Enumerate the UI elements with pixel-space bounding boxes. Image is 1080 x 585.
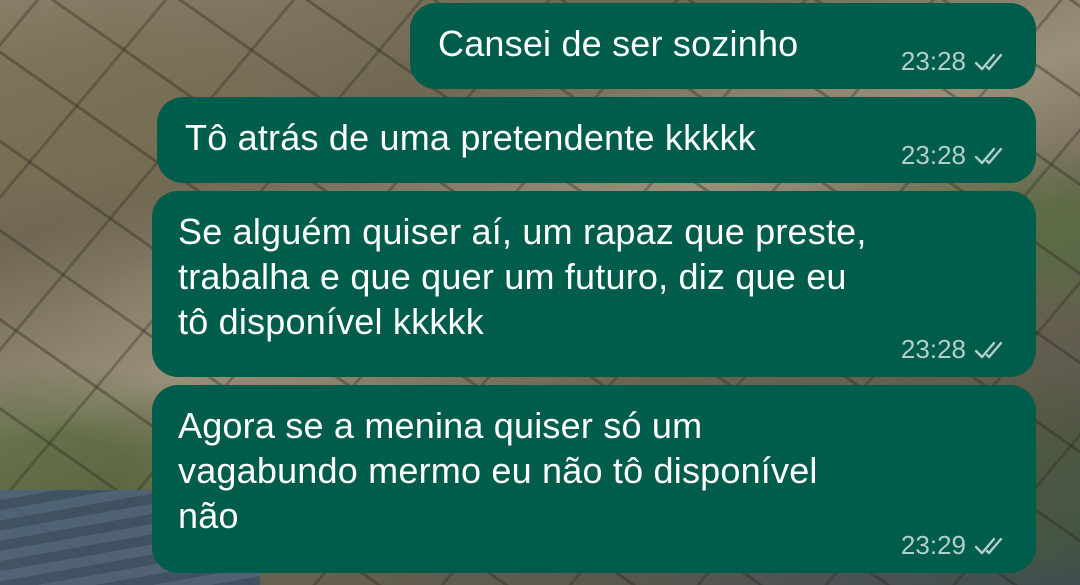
message-timestamp: 23:28 xyxy=(900,46,966,76)
message-timestamp: 23:28 xyxy=(900,140,966,170)
message-timestamp: 23:28 xyxy=(900,334,966,364)
message-meta: 23:28 xyxy=(901,140,1010,171)
message-text: Tô atrás de uma pretendente kkkkk xyxy=(185,117,756,158)
message-text: Agora se a menina quiser só um vagabundo… xyxy=(178,405,818,536)
message-meta: 23:28 xyxy=(901,46,1010,77)
double-check-icon xyxy=(974,147,1003,164)
message-text: Se alguém quiser aí, um rapaz que preste… xyxy=(178,211,867,342)
outgoing-message-bubble[interactable]: Cansei de ser sozinho 23:28 xyxy=(410,3,1036,89)
double-check-icon xyxy=(974,53,1003,70)
message-meta: 23:29 xyxy=(901,530,1010,561)
outgoing-message-bubble[interactable]: Se alguém quiser aí, um rapaz que preste… xyxy=(152,191,1036,377)
chat-message-list[interactable]: Cansei de ser sozinho 23:28 Tô atrás de … xyxy=(0,0,1080,585)
message-timestamp: 23:29 xyxy=(900,530,966,560)
message-meta: 23:28 xyxy=(901,334,1010,365)
outgoing-message-bubble[interactable]: Tô atrás de uma pretendente kkkkk 23:28 xyxy=(157,97,1036,183)
double-check-icon xyxy=(974,341,1003,358)
outgoing-message-bubble[interactable]: Agora se a menina quiser só um vagabundo… xyxy=(152,385,1036,573)
double-check-icon xyxy=(974,537,1003,554)
